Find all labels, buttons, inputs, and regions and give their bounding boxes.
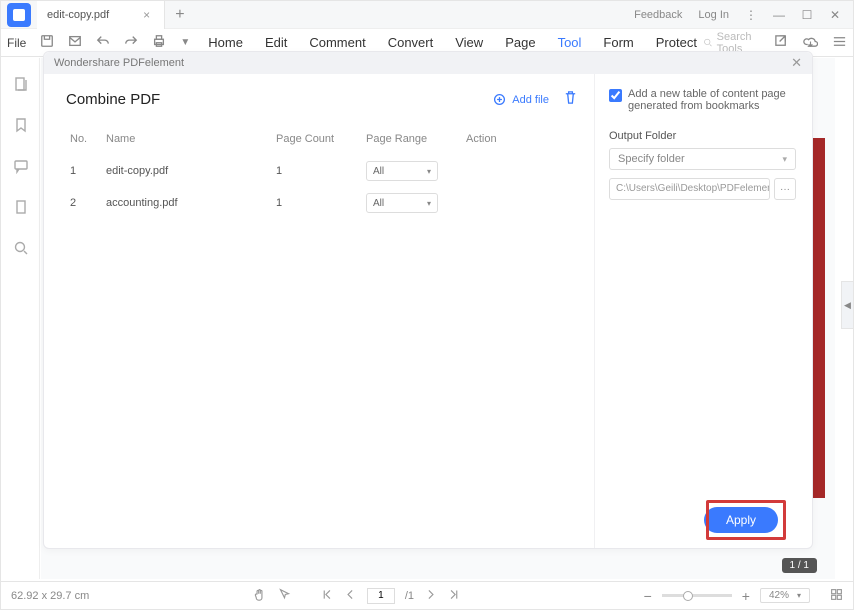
- close-window-icon[interactable]: ✕: [821, 8, 849, 22]
- cloud-icon[interactable]: [803, 34, 818, 52]
- undo-icon[interactable]: [96, 34, 110, 51]
- bookmark-icon[interactable]: [13, 117, 29, 136]
- feedback-link[interactable]: Feedback: [634, 9, 682, 21]
- app-menu-icon[interactable]: ▼: [180, 37, 190, 48]
- table-row[interactable]: 2 accounting.pdf 1 All: [66, 187, 578, 219]
- tab-title: edit-copy.pdf: [47, 9, 109, 21]
- menu-convert[interactable]: Convert: [388, 35, 434, 50]
- redo-icon[interactable]: [124, 34, 138, 51]
- toc-checkbox[interactable]: [609, 89, 622, 102]
- prev-page-icon[interactable]: [344, 588, 357, 604]
- page-number-input[interactable]: [367, 588, 395, 604]
- page-indicator-badge: 1 / 1: [782, 558, 817, 573]
- zoom-slider[interactable]: [662, 594, 732, 597]
- cell-name: edit-copy.pdf: [102, 155, 272, 187]
- col-no: No.: [66, 129, 102, 155]
- left-sidebar: [2, 58, 40, 579]
- more-icon[interactable]: ⋮: [737, 8, 765, 22]
- mail-icon[interactable]: [68, 34, 82, 51]
- main-menu: Home Edit Comment Convert View Page Tool…: [208, 35, 697, 50]
- cell-name: accounting.pdf: [102, 187, 272, 219]
- zoom-in-icon[interactable]: +: [742, 588, 750, 604]
- menu-protect[interactable]: Protect: [656, 35, 697, 50]
- close-tab-icon[interactable]: ×: [143, 8, 150, 22]
- col-action: Action: [462, 129, 578, 155]
- titlebar: edit-copy.pdf × + Feedback Log In ⋮ — ☐ …: [1, 1, 853, 29]
- cell-no: 2: [66, 187, 102, 219]
- status-bar: 62.92 x 29.7 cm /1 − + 42%: [1, 581, 853, 609]
- minimize-icon[interactable]: —: [765, 8, 793, 22]
- print-icon[interactable]: [152, 34, 166, 51]
- browse-folder-button[interactable]: ···: [774, 178, 796, 200]
- output-folder-select[interactable]: Specify folder: [609, 148, 796, 170]
- comment-icon[interactable]: [13, 158, 29, 177]
- menu-view[interactable]: View: [455, 35, 483, 50]
- col-name: Name: [102, 129, 272, 155]
- apply-button[interactable]: Apply: [704, 507, 778, 533]
- col-page-count: Page Count: [272, 129, 362, 155]
- page-range-select[interactable]: All: [366, 161, 438, 181]
- menu-file[interactable]: File: [7, 36, 26, 50]
- first-page-icon[interactable]: [321, 588, 334, 604]
- search-icon[interactable]: [13, 240, 29, 259]
- thumbnail-icon[interactable]: [13, 76, 29, 95]
- combine-pdf-dialog: Wondershare PDFelement ✕ Combine PDF Add…: [43, 51, 813, 549]
- last-page-icon[interactable]: [447, 588, 460, 604]
- dialog-product-label: Wondershare PDFelement: [54, 57, 184, 69]
- add-file-label: Add file: [512, 94, 549, 106]
- menu-edit[interactable]: Edit: [265, 35, 287, 50]
- document-tab[interactable]: edit-copy.pdf ×: [37, 1, 165, 29]
- app-logo: [7, 3, 31, 27]
- menu-page[interactable]: Page: [505, 35, 535, 50]
- share-icon[interactable]: [774, 34, 789, 52]
- menu-form[interactable]: Form: [603, 35, 633, 50]
- menu-icon[interactable]: [832, 34, 847, 52]
- zoom-out-icon[interactable]: −: [644, 588, 652, 604]
- col-page-range: Page Range: [362, 129, 462, 155]
- save-icon[interactable]: [40, 34, 54, 51]
- close-dialog-icon[interactable]: ✕: [791, 55, 802, 71]
- remove-file-button[interactable]: [563, 90, 578, 109]
- collapse-panel-handle[interactable]: ◀: [841, 281, 853, 329]
- fit-page-icon[interactable]: [830, 588, 843, 604]
- toc-label: Add a new table of content page generate…: [628, 88, 796, 112]
- attachment-icon[interactable]: [13, 199, 29, 218]
- new-tab-button[interactable]: +: [165, 6, 194, 24]
- add-file-button[interactable]: Add file: [493, 93, 549, 106]
- table-row[interactable]: 1 edit-copy.pdf 1 All: [66, 155, 578, 187]
- cell-page-count: 1: [272, 187, 362, 219]
- dialog-title: Combine PDF: [66, 91, 160, 108]
- cell-page-count: 1: [272, 155, 362, 187]
- menu-tool[interactable]: Tool: [558, 35, 582, 50]
- page-range-select[interactable]: All: [366, 193, 438, 213]
- page-total: /1: [405, 590, 414, 602]
- menu-comment[interactable]: Comment: [309, 35, 365, 50]
- next-page-icon[interactable]: [424, 588, 437, 604]
- menu-home[interactable]: Home: [208, 35, 243, 50]
- select-tool-icon[interactable]: [278, 588, 291, 604]
- files-table: No. Name Page Count Page Range Action 1 …: [66, 129, 578, 219]
- cell-no: 1: [66, 155, 102, 187]
- login-link[interactable]: Log In: [698, 9, 729, 21]
- toc-checkbox-row[interactable]: Add a new table of content page generate…: [609, 88, 796, 112]
- output-path-field[interactable]: C:\Users\Geili\Desktop\PDFelement\Cc: [609, 178, 770, 200]
- zoom-select[interactable]: 42%: [760, 588, 810, 603]
- maximize-icon[interactable]: ☐: [793, 8, 821, 22]
- output-folder-label: Output Folder: [609, 130, 796, 142]
- hand-tool-icon[interactable]: [253, 588, 266, 604]
- page-dimensions: 62.92 x 29.7 cm: [11, 590, 89, 602]
